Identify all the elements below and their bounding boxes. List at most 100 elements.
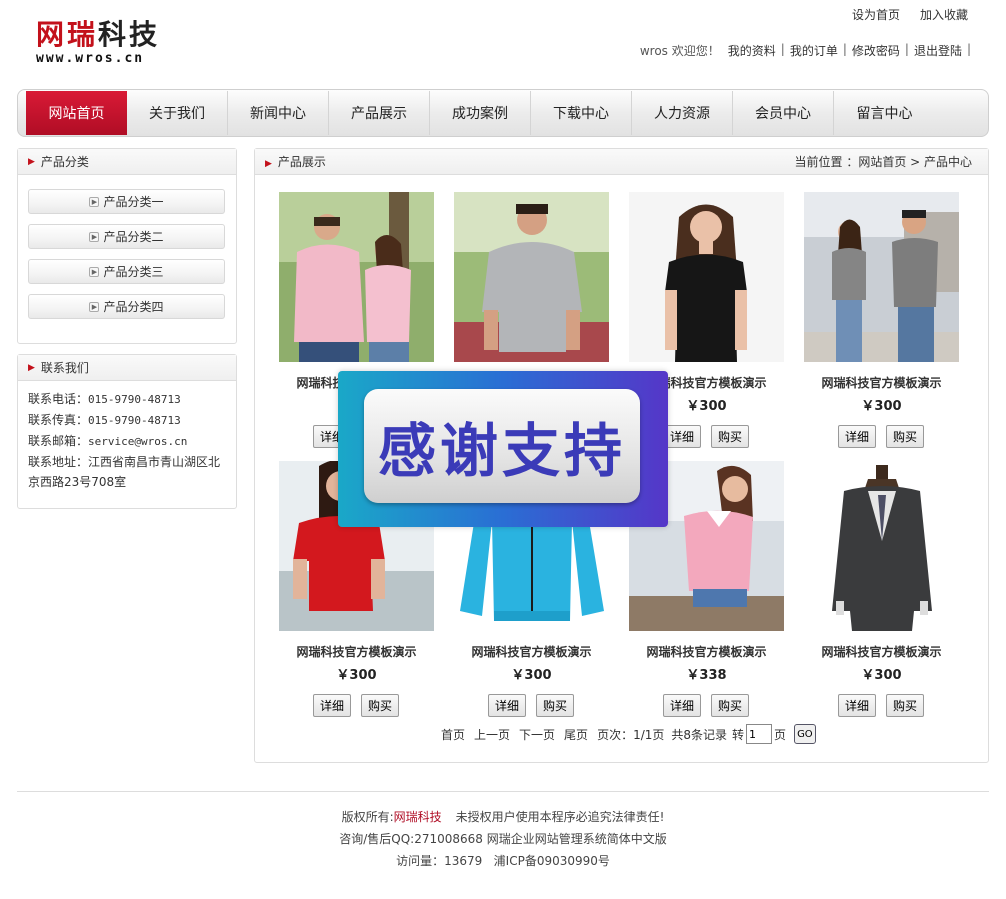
- copyright-warning: 未授权用户使用本程序必追究法律责任!: [455, 810, 665, 824]
- go-button[interactable]: GO: [794, 724, 816, 744]
- product-buy-button[interactable]: 购买: [536, 694, 574, 717]
- category-item-3[interactable]: ▶ 产品分类三: [28, 259, 225, 284]
- set-homepage-link[interactable]: 设为首页: [852, 6, 900, 23]
- product-price: ￥300: [511, 668, 552, 683]
- nav-item-about[interactable]: 关于我们: [127, 91, 228, 135]
- logo-brand: 网瑞科技: [36, 18, 176, 52]
- product-detail-button[interactable]: 详细: [838, 425, 876, 448]
- my-profile-link[interactable]: 我的资料: [728, 42, 776, 59]
- contact-info: 联系电话：015-9790-48713 联系传真：015-9790-48713 …: [18, 381, 236, 500]
- contact-fax-value: 015-9790-48713: [88, 414, 181, 427]
- breadcrumb: 当前位置 ：网站首页 > 产品中心: [794, 155, 973, 169]
- products-panel-header: ▶ 产品展示 当前位置 ：网站首页 > 产品中心: [255, 149, 988, 175]
- thanks-overlay: 感谢支持: [338, 371, 668, 527]
- contact-address-cont: 京西路23号708室: [28, 475, 127, 489]
- product-image[interactable]: [804, 461, 959, 631]
- arrow-right-icon: ▶: [28, 156, 35, 167]
- add-favorite-link[interactable]: 加入收藏: [920, 6, 968, 23]
- product-buy-button[interactable]: 购买: [711, 425, 749, 448]
- divider: |: [966, 42, 971, 56]
- product-price: ￥338: [686, 668, 727, 683]
- category-panel-header: ▶ 产品分类: [18, 149, 236, 175]
- page-suffix: 页: [774, 727, 787, 742]
- category-item-4[interactable]: ▶ 产品分类四: [28, 294, 225, 319]
- product-card: 网瑞科技官方模板演示￥300详细购买: [804, 192, 964, 448]
- footer-divider: [17, 791, 989, 792]
- nav-item-news[interactable]: 新闻中心: [228, 91, 329, 135]
- contact-panel: ▶ 联系我们 联系电话：015-9790-48713 联系传真：015-9790…: [17, 354, 237, 509]
- product-image[interactable]: [629, 192, 784, 362]
- user-bar: wros 欢迎您！ 我的资料 | 我的订单 | 修改密码 | 退出登陆 |: [640, 42, 976, 59]
- page-prev-link[interactable]: 上一页: [474, 726, 510, 743]
- product-price: ￥300: [336, 668, 377, 683]
- category-item-label: 产品分类二: [103, 230, 164, 244]
- category-item-label: 产品分类四: [103, 300, 164, 314]
- product-detail-button[interactable]: 详细: [663, 425, 701, 448]
- arrow-right-icon: ▶: [89, 266, 100, 277]
- products-panel-title: 产品展示: [277, 155, 326, 169]
- divider: |: [904, 42, 909, 56]
- category-item-label: 产品分类一: [103, 195, 164, 209]
- product-detail-button[interactable]: 详细: [488, 694, 526, 717]
- logo-brand-part2: 科技: [98, 18, 161, 51]
- product-name[interactable]: 网瑞科技官方模板演示: [794, 374, 969, 391]
- main-nav: 网站首页 关于我们 新闻中心 产品展示 成功案例 下载中心 人力资源 会员中心 …: [17, 89, 989, 137]
- site-logo[interactable]: 网瑞科技 www.wros.cn: [36, 18, 176, 70]
- page-number-input[interactable]: [746, 724, 773, 744]
- nav-item-messages[interactable]: 留言中心: [834, 91, 935, 135]
- footer: 版权所有:网瑞科技 未授权用户使用本程序必追究法律责任! 咨询/售后QQ:2710…: [0, 806, 1006, 872]
- divider: |: [780, 42, 785, 56]
- product-name[interactable]: 网瑞科技官方模板演示: [269, 643, 444, 660]
- nav-item-products[interactable]: 产品展示: [329, 91, 430, 135]
- nav-item-cases[interactable]: 成功案例: [430, 91, 531, 135]
- product-image[interactable]: [279, 192, 434, 362]
- product-detail-button[interactable]: 详细: [838, 694, 876, 717]
- category-item-1[interactable]: ▶ 产品分类一: [28, 189, 225, 214]
- page-last-link[interactable]: 尾页: [564, 726, 588, 743]
- contact-phone-value: 015-9790-48713: [88, 393, 181, 406]
- nav-item-downloads[interactable]: 下载中心: [531, 91, 632, 135]
- thanks-card: 感谢支持: [364, 389, 640, 503]
- footer-line-1: 版权所有:网瑞科技 未授权用户使用本程序必追究法律责任!: [0, 806, 1006, 828]
- product-detail-button[interactable]: 详细: [313, 694, 351, 717]
- product-buy-button[interactable]: 购买: [361, 694, 399, 717]
- page-next-link[interactable]: 下一页: [519, 726, 555, 743]
- product-name[interactable]: 网瑞科技官方模板演示: [794, 643, 969, 660]
- page-first-link[interactable]: 首页: [441, 726, 465, 743]
- product-name[interactable]: 网瑞科技官方模板演示: [444, 643, 619, 660]
- product-price: ￥300: [861, 399, 902, 414]
- products-panel-title-wrap: ▶ 产品展示: [265, 153, 326, 170]
- product-price: ￥300: [861, 668, 902, 683]
- contact-address-label: 联系地址：: [28, 455, 89, 469]
- nav-item-members[interactable]: 会员中心: [733, 91, 834, 135]
- product-buy-button[interactable]: 购买: [886, 425, 924, 448]
- my-orders-link[interactable]: 我的订单: [790, 42, 838, 59]
- logout-link[interactable]: 退出登陆: [914, 42, 962, 59]
- page-info: 页次：1/1页: [597, 727, 665, 742]
- product-detail-button[interactable]: 详细: [663, 694, 701, 717]
- product-name[interactable]: 网瑞科技官方模板演示: [619, 643, 794, 660]
- product-buy-button[interactable]: 购买: [886, 694, 924, 717]
- contact-panel-title: 联系我们: [40, 361, 89, 375]
- category-item-2[interactable]: ▶ 产品分类二: [28, 224, 225, 249]
- nav-item-hr[interactable]: 人力资源: [632, 91, 733, 135]
- product-image[interactable]: [454, 192, 609, 362]
- contact-fax-label: 联系传真：: [28, 413, 89, 427]
- nav-item-home[interactable]: 网站首页: [26, 91, 127, 135]
- arrow-right-icon: ▶: [28, 362, 35, 373]
- goto-label: 转: [732, 727, 745, 742]
- contact-fax: 联系传真：015-9790-48713: [28, 410, 226, 431]
- thanks-text: 感谢支持: [377, 417, 626, 485]
- product-card: 网瑞科技官方模板演示￥300详细购买: [454, 192, 614, 448]
- product-buy-button[interactable]: 购买: [711, 694, 749, 717]
- contact-email-value: service@wros.cn: [88, 435, 188, 448]
- product-image[interactable]: [804, 192, 959, 362]
- category-panel: ▶ 产品分类 ▶ 产品分类一 ▶ 产品分类二 ▶ 产品分类三 ▶ 产品分类四: [17, 148, 237, 344]
- contact-email: 联系邮箱：service@wros.cn: [28, 431, 226, 452]
- copyright-brand-link[interactable]: 网瑞科技: [394, 810, 442, 824]
- change-password-link[interactable]: 修改密码: [852, 42, 900, 59]
- arrow-right-icon: ▶: [89, 301, 100, 312]
- contact-address-line1: 江西省南昌市青山湖区北: [88, 455, 221, 469]
- contact-email-label: 联系邮箱：: [28, 434, 89, 448]
- logo-domain: www.wros.cn: [36, 51, 145, 66]
